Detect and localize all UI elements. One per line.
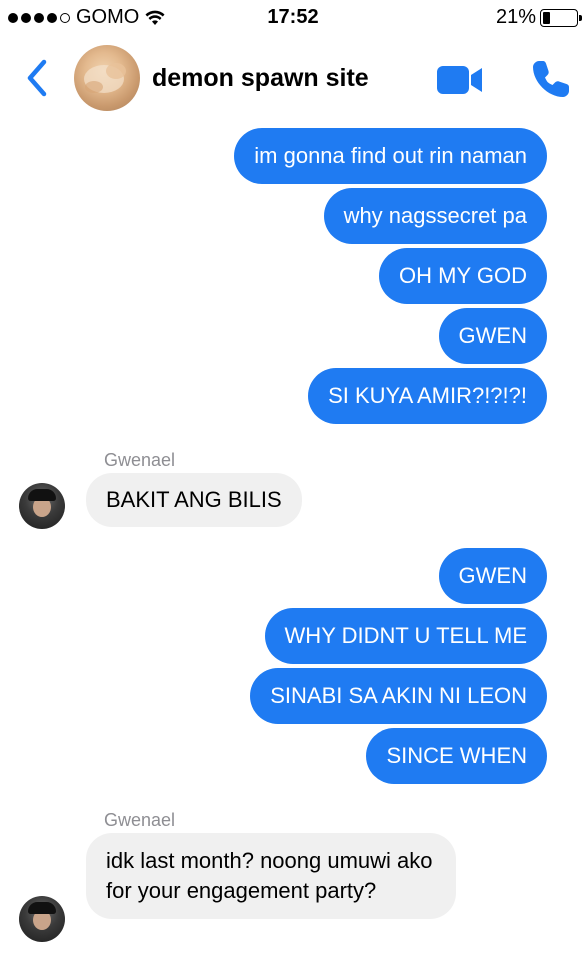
outgoing-message[interactable]: why nagssecret pa [323, 188, 547, 244]
outgoing-message[interactable]: OH MY GOD [379, 248, 547, 304]
sender-name: Gwenael [104, 450, 176, 470]
sender-avatar[interactable] [19, 896, 65, 942]
outgoing-message[interactable]: GWEN [438, 548, 547, 604]
outgoing-message[interactable]: im gonna find out rin naman [234, 128, 547, 184]
sender-avatar[interactable] [19, 483, 65, 529]
incoming-message[interactable]: BAKIT ANG BILIS [86, 473, 302, 527]
outgoing-message[interactable]: SINABI SA AKIN NI LEON [250, 668, 547, 724]
outgoing-message[interactable]: SI KUYA AMIR?!?!?! [308, 368, 547, 424]
outgoing-message[interactable]: GWEN [438, 308, 547, 364]
outgoing-message[interactable]: SINCE WHEN [366, 728, 547, 784]
sender-name: Gwenael [104, 810, 176, 830]
incoming-message[interactable]: idk last month? noong umuwi ako for your… [86, 833, 456, 919]
outgoing-message[interactable]: WHY DIDNT U TELL ME [264, 608, 547, 664]
message-list: im gonna find out rin naman why nagssecr… [0, 0, 586, 960]
